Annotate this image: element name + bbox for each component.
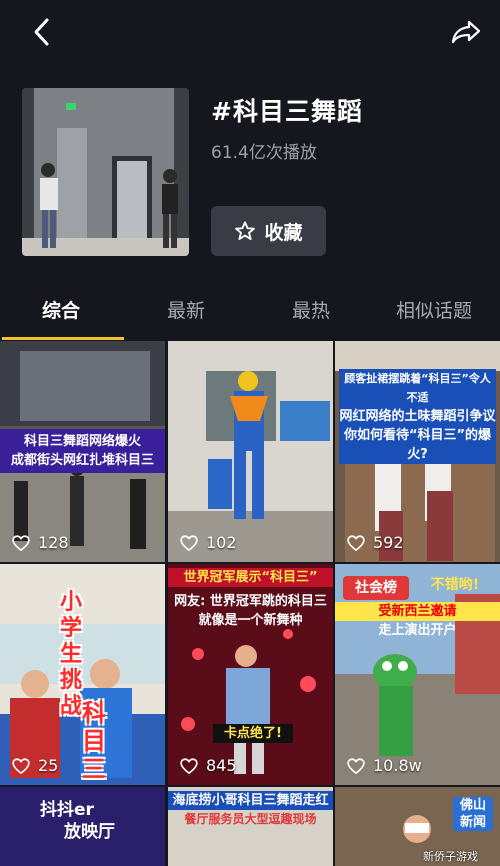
heart-icon	[347, 534, 365, 551]
video-card[interactable]: 顾客扯裙摆跳着“科目三”令人不适 网红网络的土味舞蹈引争议 你如何看待“科目三”…	[335, 341, 500, 562]
video-caption: 走上演出开户	[378, 623, 457, 638]
video-caption: 不错哟!	[430, 577, 480, 593]
like-count: 128	[12, 533, 69, 552]
tab-comprehensive[interactable]: 综合	[42, 296, 80, 323]
video-card[interactable]: 科目三舞蹈网络爆火 成都街头网红扎堆科目三 128	[0, 341, 165, 562]
like-count: 592	[347, 533, 404, 552]
video-caption: 世界冠军展示“科目三”	[168, 568, 333, 587]
active-tab-indicator	[2, 337, 124, 340]
like-count: 25	[12, 756, 58, 775]
heart-icon	[347, 757, 365, 774]
star-icon	[235, 221, 256, 240]
video-card[interactable]: 小 学 生 挑 战 科 目 三 25	[0, 564, 165, 785]
top-bar	[0, 0, 500, 70]
video-card[interactable]: 海底捞小哥科目三舞蹈走红 餐厅服务员大型逗趣现场	[168, 787, 333, 866]
video-card[interactable]: 佛山 新闻 新侨子游戏	[335, 787, 500, 866]
tab-hottest[interactable]: 最热	[292, 296, 330, 323]
back-button[interactable]	[24, 14, 60, 50]
heart-icon	[180, 534, 198, 551]
tab-similar-topics[interactable]: 相似话题	[396, 296, 472, 323]
collect-label: 收藏	[264, 221, 303, 244]
like-count: 102	[180, 533, 237, 552]
video-caption: 受新西兰邀请	[335, 602, 500, 621]
video-caption: 新闻	[459, 815, 486, 830]
video-caption: 成都街头网红扎堆科目三	[10, 453, 154, 468]
video-caption: 餐厅服务员大型逗趣现场	[184, 812, 317, 826]
heart-icon	[180, 757, 198, 774]
chevron-left-icon	[34, 18, 49, 46]
watermark: 新侨子游戏	[423, 850, 478, 863]
video-caption: 科 目 三	[82, 699, 106, 783]
video-caption: 海底捞小哥科目三舞蹈走红	[168, 791, 333, 810]
video-caption: 网红网络的土味舞蹈引争议	[339, 407, 496, 426]
play-count: 61.4亿次播放	[211, 143, 317, 163]
video-caption: 抖抖er	[40, 800, 94, 820]
video-caption: 社会榜	[355, 580, 397, 596]
video-card[interactable]: 102	[168, 341, 333, 562]
share-button[interactable]	[448, 14, 484, 50]
like-count: 845	[180, 756, 237, 775]
video-card[interactable]: 抖抖er 放映厅	[0, 787, 165, 866]
tab-latest[interactable]: 最新	[167, 296, 205, 323]
video-card[interactable]: 社会榜 不错哟! 受新西兰邀请 走上演出开户 10.8w	[335, 564, 500, 785]
topic-cover-image[interactable]	[22, 88, 189, 256]
like-count: 10.8w	[347, 756, 422, 775]
video-caption: 你如何看待“科目三”的爆火?	[339, 426, 496, 464]
tab-bar: 综合 最新 最热 相似话题	[0, 280, 500, 340]
video-caption: 卡点绝了!	[224, 726, 282, 741]
heart-icon	[12, 757, 30, 774]
video-card[interactable]: 世界冠军展示“科目三” 网友: 世界冠军跳的科目三 就像是一个新舞种 卡点绝了!…	[168, 564, 333, 785]
video-caption: 小 学 生 挑 战	[60, 590, 83, 719]
video-caption: 网友: 世界冠军跳的科目三	[174, 594, 327, 609]
heart-icon	[12, 534, 30, 551]
share-arrow-icon	[451, 20, 481, 44]
video-caption: 佛山	[459, 798, 486, 813]
video-caption: 顾客扯裙摆跳着“科目三”令人不适	[339, 369, 496, 407]
video-caption: 放映厅	[64, 822, 115, 842]
collect-button[interactable]: 收藏	[211, 206, 326, 256]
video-caption: 科目三舞蹈网络爆火	[23, 434, 141, 449]
topic-title: #科目三舞蹈	[211, 97, 363, 126]
video-caption: 就像是一个新舞种	[198, 613, 303, 628]
